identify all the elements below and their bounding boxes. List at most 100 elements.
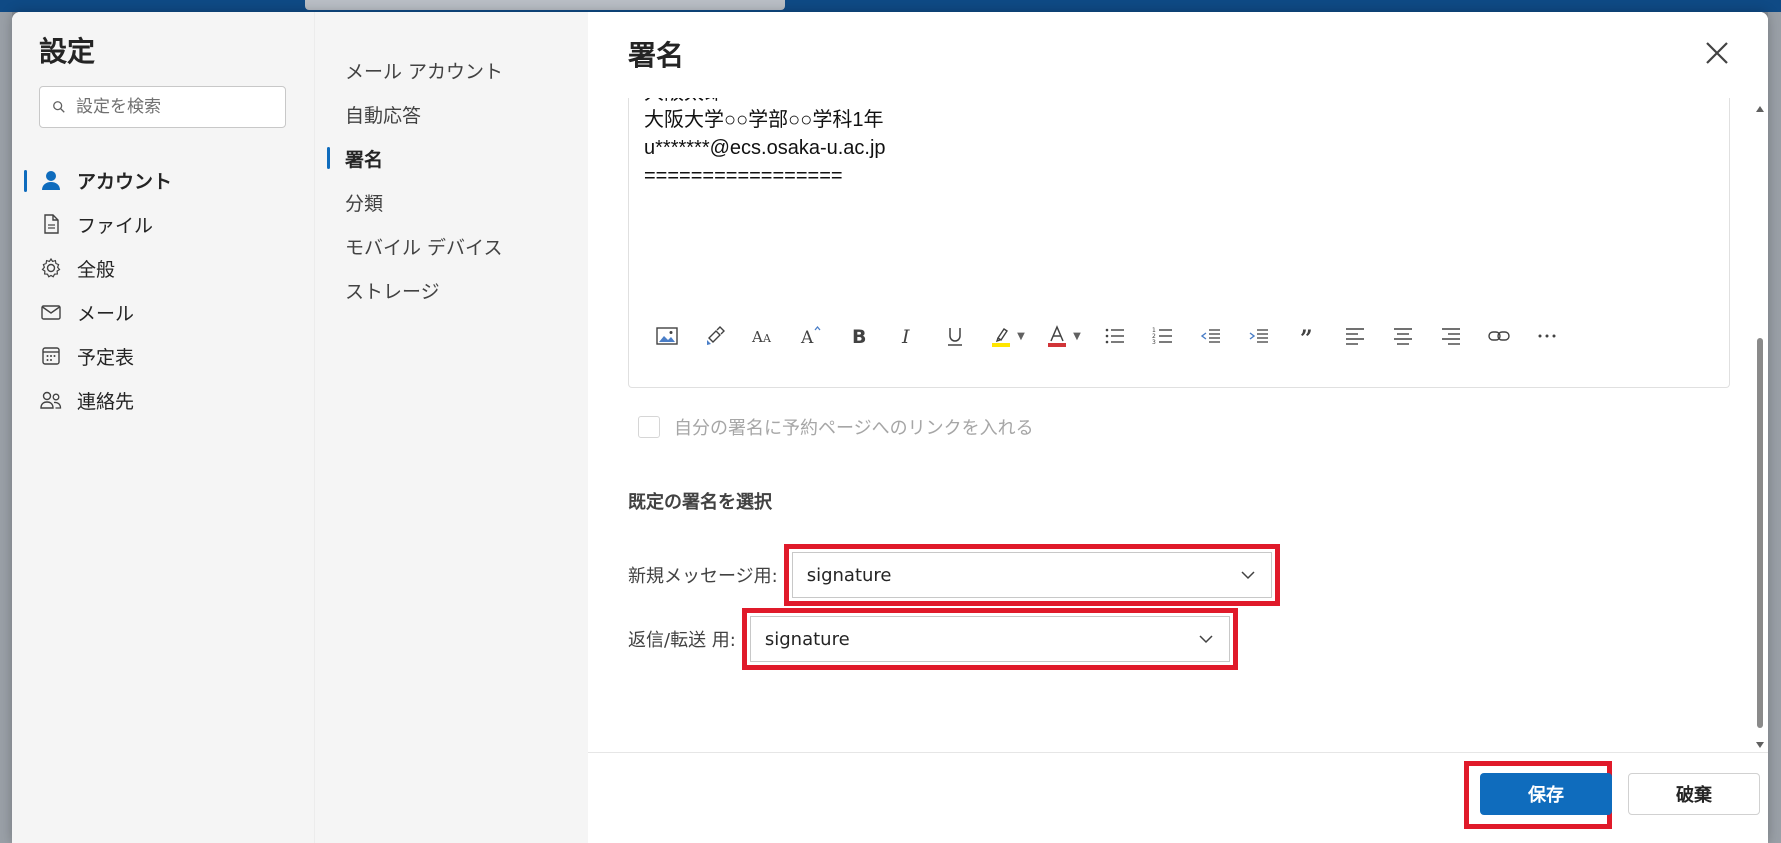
settings-search[interactable] [39, 86, 286, 128]
font-size-icon: AA [751, 328, 772, 346]
app-tab-backdrop [305, 0, 785, 10]
nav-item-label: ファイル [77, 214, 154, 237]
nav-item-label: 予定表 [77, 346, 135, 369]
subnav-item-categories[interactable]: 分類 [315, 180, 589, 224]
highlight-button[interactable]: ▼ [979, 318, 1035, 354]
new-message-signature-row: 新規メッセージ用: signature [628, 544, 1280, 606]
booking-link-label: 自分の署名に予約ページへのリンクを入れる [674, 418, 1034, 439]
insert-link-button[interactable] [1475, 318, 1523, 354]
nav-item-calendar[interactable]: 予定表 [12, 334, 314, 378]
insert-image-icon [656, 327, 678, 345]
svg-text:A: A [751, 328, 763, 346]
booking-link-checkbox[interactable] [638, 416, 660, 438]
nav-item-contacts[interactable]: 連絡先 [12, 378, 314, 422]
default-signature-heading: 既定の署名を選択 [628, 492, 772, 513]
format-painter-icon [707, 326, 725, 345]
more-options-button[interactable] [1523, 318, 1571, 354]
insert-image-button[interactable] [643, 318, 691, 354]
new-message-signature-select[interactable]: signature [791, 552, 1272, 598]
nav-item-general[interactable]: 全般 [12, 246, 314, 290]
booking-link-option: 自分の署名に予約ページへのリンクを入れる [638, 414, 1034, 440]
nav-item-files[interactable]: ファイル [12, 202, 314, 246]
signature-panel: 署名 大阪太郎 大阪大学○○学部○○学科1年 u*******@ecs.osak… [588, 12, 1768, 843]
increase-indent-icon [1249, 329, 1268, 343]
quote-button[interactable]: ” [1283, 318, 1331, 354]
nav-item-label: アカウント [77, 170, 173, 193]
subnav-item-storage[interactable]: ストレージ [315, 268, 589, 312]
gear-icon [39, 256, 63, 280]
vertical-scrollbar[interactable] [1752, 98, 1768, 752]
decrease-indent-button[interactable] [1187, 318, 1235, 354]
app-header-backdrop [0, 0, 1781, 12]
scroll-up-icon[interactable] [1756, 106, 1764, 112]
increase-font-icon: A [800, 325, 821, 348]
new-message-label: 新規メッセージ用: [628, 566, 778, 587]
signature-line: 大阪大学○○学部○○学科1年 [644, 109, 884, 131]
signature-text[interactable]: 大阪太郎 大阪大学○○学部○○学科1年 u*******@ecs.osaka-u… [644, 98, 886, 190]
format-toolbar: AA A B I ▼ ▼ 1 2 3 ” [643, 316, 1571, 356]
italic-icon: I [901, 326, 910, 348]
page-title: 署名 [628, 39, 685, 72]
underline-button[interactable] [931, 318, 979, 354]
bullets-button[interactable] [1091, 318, 1139, 354]
align-left-icon [1346, 328, 1364, 345]
bold-button[interactable]: B [835, 318, 883, 354]
search-icon [53, 101, 65, 113]
reply-forward-signature-select[interactable]: signature [749, 616, 1230, 662]
search-input[interactable] [76, 97, 276, 117]
scroll-down-icon[interactable] [1756, 742, 1764, 748]
increase-indent-button[interactable] [1235, 318, 1283, 354]
align-right-button[interactable] [1427, 318, 1475, 354]
dialog-footer: 保存 破棄 [588, 752, 1768, 843]
align-left-button[interactable] [1331, 318, 1379, 354]
italic-button[interactable]: I [883, 318, 931, 354]
subnav-item-mobile-devices[interactable]: モバイル デバイス [315, 224, 589, 268]
mail-icon [39, 300, 63, 324]
app-backdrop-right [1768, 12, 1781, 843]
nav-item-label: 連絡先 [77, 390, 135, 413]
close-icon [1706, 42, 1728, 64]
align-right-icon [1442, 328, 1460, 345]
highlight-icon [992, 328, 1011, 347]
svg-text:A: A [762, 332, 772, 345]
signature-line: u*******@ecs.osaka-u.ac.jp [644, 137, 886, 159]
font-size-button[interactable]: AA [739, 318, 787, 354]
font-color-button[interactable]: ▼ [1035, 318, 1091, 354]
subnav-list: メール アカウント 自動応答 署名 分類 モバイル デバイス ストレージ [315, 48, 589, 312]
signature-editor[interactable]: 大阪太郎 大阪大学○○学部○○学科1年 u*******@ecs.osaka-u… [628, 98, 1730, 388]
numbering-button[interactable]: 123 [1139, 318, 1187, 354]
chevron-down-icon [1199, 635, 1213, 644]
chevron-down-icon [1241, 571, 1255, 580]
format-painter-button[interactable] [691, 318, 739, 354]
font-color-icon [1048, 325, 1067, 347]
align-center-button[interactable] [1379, 318, 1427, 354]
svg-text:”: ” [1300, 326, 1313, 348]
nav-list: アカウント ファイル 全般 メール 予定表 連絡先 [12, 158, 314, 422]
save-button[interactable]: 保存 [1480, 773, 1612, 815]
decrease-indent-icon [1200, 329, 1220, 343]
more-icon [1538, 334, 1556, 338]
close-button[interactable] [1702, 38, 1732, 68]
signature-scroll-area[interactable]: 大阪太郎 大阪大学○○学部○○学科1年 u*******@ecs.osaka-u… [588, 98, 1752, 752]
svg-text:3: 3 [1152, 339, 1156, 346]
scrollbar-thumb[interactable] [1757, 338, 1763, 728]
subnav-item-signatures[interactable]: 署名 [315, 136, 589, 180]
subnav-item-mail-accounts[interactable]: メール アカウント [315, 48, 589, 92]
quote-icon: ” [1300, 326, 1313, 348]
subnav-item-auto-replies[interactable]: 自動応答 [315, 92, 589, 136]
nav-item-label: メール [77, 302, 135, 325]
discard-button[interactable]: 破棄 [1628, 773, 1760, 815]
nav-item-label: 全般 [77, 258, 116, 281]
settings-nav: 設定 アカウント ファイル 全般 [12, 12, 314, 843]
nav-item-account[interactable]: アカウント [12, 158, 314, 202]
nav-item-mail[interactable]: メール [12, 290, 314, 334]
increase-font-button[interactable]: A [787, 318, 835, 354]
calendar-icon [39, 344, 63, 368]
bullets-icon [1105, 328, 1124, 344]
person-icon [39, 168, 63, 192]
settings-dialog: 設定 アカウント ファイル 全般 [12, 12, 1768, 843]
signature-line: 大阪太郎 [644, 98, 886, 106]
svg-text:A: A [800, 328, 814, 348]
highlight-frame: signature [741, 608, 1238, 670]
underline-icon [948, 328, 962, 346]
